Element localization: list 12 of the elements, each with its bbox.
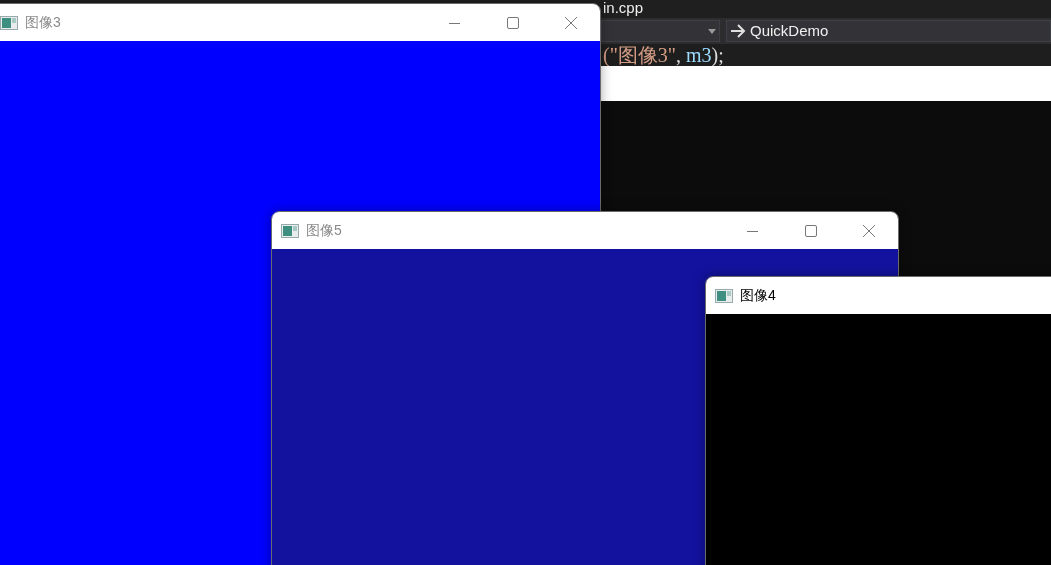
- file-tab[interactable]: in.cpp: [603, 0, 644, 15]
- caret-icon: [708, 28, 716, 34]
- image-icon: [0, 15, 18, 30]
- window-title: 图像5: [306, 221, 342, 240]
- image-icon: [715, 288, 733, 303]
- arrow-right-icon: [730, 24, 746, 38]
- window-title: 图像4: [740, 286, 776, 305]
- image-icon: [281, 223, 299, 238]
- code-line: ("图像3", m3);: [603, 45, 724, 65]
- window-title: 图像3: [25, 13, 61, 32]
- navigation-field[interactable]: QuickDemo: [726, 20, 1051, 42]
- dropdown-field[interactable]: [601, 20, 720, 42]
